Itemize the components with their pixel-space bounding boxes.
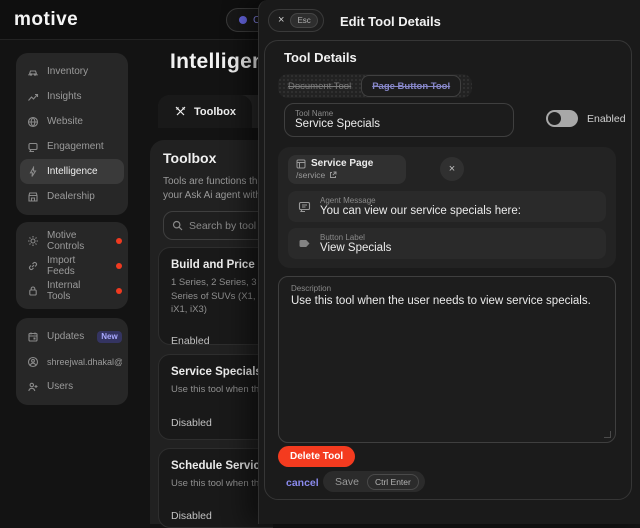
agent-message-label: Agent Message <box>320 196 521 205</box>
notification-dot <box>116 263 122 269</box>
sidebar-item-import-feeds[interactable]: Import Feeds <box>16 253 128 278</box>
sidebar-nav-group: Inventory Insights Website Engagement In… <box>16 53 128 215</box>
calendar-icon <box>27 331 39 343</box>
sidebar-item-dealership[interactable]: Dealership <box>16 184 128 209</box>
tab-toolbox[interactable]: Toolbox <box>158 95 252 128</box>
button-label-icon <box>298 237 311 250</box>
search-input[interactable] <box>189 220 269 232</box>
delete-tool-button[interactable]: Delete Tool <box>278 446 355 467</box>
cancel-link[interactable]: cancel <box>286 477 319 489</box>
new-badge: New <box>97 331 121 343</box>
resize-handle[interactable] <box>604 431 611 438</box>
tool-search[interactable] <box>163 211 273 240</box>
sidebar-item-engagement[interactable]: Engagement <box>16 134 128 159</box>
motive-logo: motive <box>14 9 78 31</box>
tab-page-button-tool[interactable]: Page Button Tool <box>361 75 461 97</box>
page-icon <box>296 159 306 169</box>
sidebar-item-label: Engagement <box>47 141 104 152</box>
sidebar-item-label: Motive Controls <box>47 230 104 252</box>
enabled-toggle[interactable] <box>546 110 578 127</box>
button-label-value: View Specials <box>320 242 391 254</box>
toggle-knob <box>548 112 561 125</box>
sidebar-item-label: shreejwal.dhakal@m <box>47 357 122 367</box>
tool-name-field[interactable]: Tool Name Service Specials <box>284 103 514 137</box>
gear-icon <box>27 235 39 247</box>
panel-close-button[interactable]: × Esc <box>268 9 324 32</box>
tab-document-tool[interactable]: Document Tool <box>278 81 361 92</box>
sidebar-item-updates[interactable]: Updates New <box>16 324 128 349</box>
sidebar-item-motive-controls[interactable]: Motive Controls <box>16 228 128 253</box>
store-icon <box>27 191 39 203</box>
globe-icon <box>27 116 39 128</box>
linked-page-chip[interactable]: Service Page /service <box>288 155 406 184</box>
close-icon: × <box>278 15 284 26</box>
user-circle-icon <box>27 356 39 368</box>
tool-details-title: Tool Details <box>284 50 357 65</box>
save-button-label: Save <box>335 476 359 488</box>
page-button-config-group: Service Page /service × Agent Message Yo… <box>278 147 616 268</box>
sidebar-item-label: Intelligence <box>47 166 98 177</box>
agent-message-field[interactable]: Agent Message You can view our service s… <box>288 191 606 222</box>
save-button[interactable]: Save Ctrl Enter <box>323 471 425 492</box>
save-shortcut-badge: Ctrl Enter <box>367 474 419 490</box>
car-icon <box>27 66 39 78</box>
sidebar-item-website[interactable]: Website <box>16 109 128 134</box>
remove-page-button[interactable]: × <box>440 157 464 181</box>
chat-square-icon <box>27 141 39 153</box>
panel-title: Edit Tool Details <box>340 14 441 29</box>
sidebar-item-label: Users <box>47 381 73 392</box>
user-plus-icon <box>27 381 39 393</box>
link-icon <box>27 260 39 272</box>
button-label-field[interactable]: Button Label View Specials <box>288 228 606 259</box>
page-path: /service <box>296 170 325 180</box>
enabled-toggle-group: Enabled <box>546 110 626 127</box>
chart-icon <box>27 91 39 103</box>
sidebar-item-label: Dealership <box>47 191 95 202</box>
description-textarea[interactable]: Description Use this tool when the user … <box>278 276 616 443</box>
sidebar-account-group: Updates New shreejwal.dhakal@m Users <box>16 318 128 405</box>
tool-card-build-and-price[interactable]: Build and Price 1 Series, 2 Series, 3 Se… <box>158 247 273 345</box>
toolbox-section-title: Toolbox <box>163 150 216 166</box>
page-title: Service Page <box>311 158 373 169</box>
description-label: Description <box>291 284 603 293</box>
agent-message-value: You can view our service specials here: <box>320 205 521 217</box>
sidebar-item-label: Updates <box>47 331 84 342</box>
tab-label: Toolbox <box>194 106 236 118</box>
lock-icon <box>27 285 39 297</box>
notification-dot <box>116 238 122 244</box>
esc-key-badge: Esc <box>290 13 317 28</box>
close-icon: × <box>449 163 455 175</box>
sidebar-admin-group: Motive Controls Import Feeds Internal To… <box>16 222 128 309</box>
button-label-label: Button Label <box>320 233 391 242</box>
notification-dot <box>116 288 122 294</box>
tools-icon <box>174 105 187 118</box>
sidebar-item-label: Internal Tools <box>47 280 104 302</box>
tool-name-label: Tool Name <box>295 109 503 118</box>
tool-card-service-specials[interactable]: Service Specials Use this tool when the … <box>158 354 273 440</box>
tool-name-value: Service Specials <box>295 118 503 130</box>
cache-status-dot <box>239 16 247 24</box>
sidebar-item-account[interactable]: shreejwal.dhakal@m <box>16 349 128 374</box>
sidebar-item-label: Insights <box>47 91 81 102</box>
bolt-icon <box>27 166 39 178</box>
sidebar-item-label: Import Feeds <box>47 255 104 277</box>
sidebar-item-users[interactable]: Users <box>16 374 128 399</box>
sidebar-item-label: Inventory <box>47 66 88 77</box>
sidebar-item-insights[interactable]: Insights <box>16 84 128 109</box>
tool-type-segmented-control: Document Tool Page Button Tool <box>278 74 472 98</box>
enabled-toggle-label: Enabled <box>587 113 626 125</box>
sidebar-item-label: Website <box>47 116 83 127</box>
agent-message-icon <box>298 200 311 213</box>
sidebar-item-internal-tools[interactable]: Internal Tools <box>16 278 128 303</box>
toolbox-description-line2: your Ask Ai agent with new <box>163 190 263 201</box>
sidebar-item-inventory[interactable]: Inventory <box>16 59 128 84</box>
description-value: Use this tool when the user needs to vie… <box>291 295 603 307</box>
tool-card-schedule-service[interactable]: Schedule Service Use this tool when the … <box>158 448 273 528</box>
toolbox-description-line1: Tools are functions that As <box>163 176 263 187</box>
search-icon <box>172 220 183 231</box>
external-link-icon <box>329 171 337 179</box>
sidebar-item-intelligence[interactable]: Intelligence <box>20 159 124 184</box>
